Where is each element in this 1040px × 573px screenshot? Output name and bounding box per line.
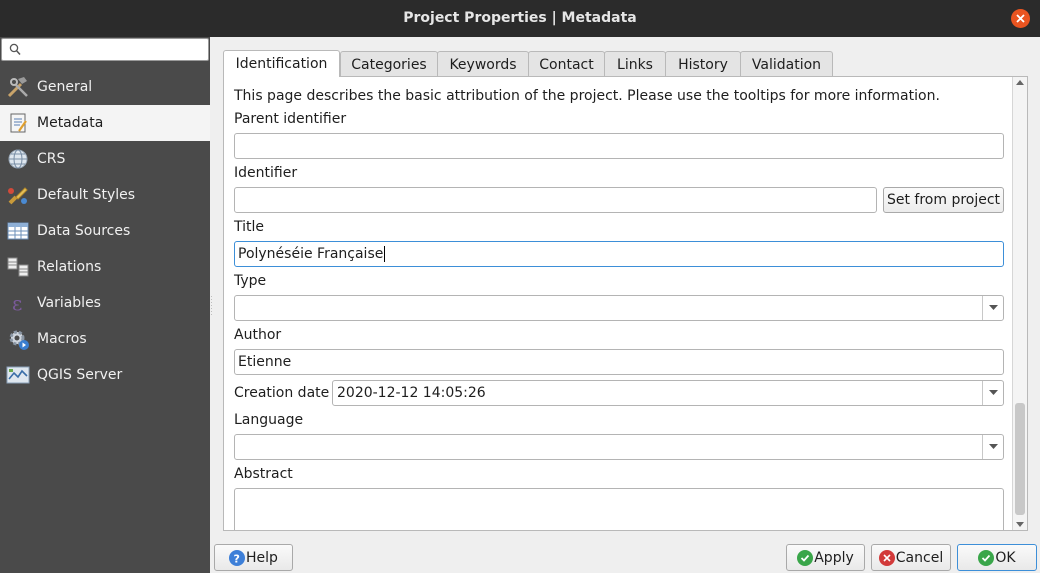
sidebar: General Metadata CRS Default Styles Data…	[0, 37, 210, 573]
scroll-up-icon[interactable]	[1016, 79, 1024, 85]
title-field[interactable]: Polynéséie Française	[234, 241, 1004, 267]
sidebar-item-label: Variables	[37, 295, 101, 311]
author-label: Author	[234, 327, 282, 343]
svg-text:?: ?	[234, 552, 240, 564]
language-combo[interactable]	[234, 434, 1004, 460]
chevron-down-icon	[982, 381, 1003, 405]
search-input[interactable]	[1, 38, 209, 61]
parent-identifier-label: Parent identifier	[234, 111, 347, 127]
sidebar-item-variables[interactable]: ε Variables	[0, 285, 210, 321]
check-icon	[978, 549, 995, 566]
parent-identifier-field[interactable]	[234, 133, 1004, 159]
tab-validation[interactable]: Validation	[740, 51, 833, 77]
splitter-handle[interactable]	[210, 296, 213, 316]
hammer-wrench-icon	[4, 74, 32, 100]
sidebar-item-qgis-server[interactable]: QGIS Server	[0, 357, 210, 393]
help-label: Help	[246, 549, 278, 566]
sidebar-item-label: Default Styles	[37, 187, 136, 203]
apply-label: Apply	[814, 549, 854, 566]
epsilon-icon: ε	[4, 290, 32, 316]
scrollbar-thumb[interactable]	[1015, 403, 1025, 515]
sidebar-item-label: Metadata	[37, 115, 104, 131]
creation-date-label: Creation date	[234, 385, 330, 401]
macro-gear-icon	[4, 326, 32, 352]
tab-links[interactable]: Links	[604, 51, 666, 77]
close-button[interactable]	[1011, 9, 1030, 28]
vertical-scrollbar[interactable]	[1012, 77, 1027, 530]
sidebar-item-label: Data Sources	[37, 223, 131, 239]
cancel-button[interactable]: Cancel	[871, 544, 951, 571]
apply-button[interactable]: Apply	[786, 544, 865, 571]
identifier-label: Identifier	[234, 165, 298, 181]
sidebar-item-crs[interactable]: CRS	[0, 141, 210, 177]
help-icon: ?	[229, 549, 246, 566]
abstract-label: Abstract	[234, 466, 293, 482]
type-label: Type	[234, 273, 267, 289]
type-combo[interactable]	[234, 295, 1004, 321]
window-titlebar: Project Properties | Metadata	[0, 0, 1040, 37]
tab-contact[interactable]: Contact	[528, 51, 605, 77]
intro-text: This page describes the basic attributio…	[234, 88, 940, 104]
close-icon	[1016, 14, 1025, 23]
sidebar-item-label: Relations	[37, 259, 102, 275]
sidebar-item-macros[interactable]: Macros	[0, 321, 210, 357]
chevron-down-icon	[982, 435, 1003, 459]
table-icon	[4, 218, 32, 244]
creation-date-value: 2020-12-12 14:05:26	[337, 385, 486, 401]
set-from-project-button[interactable]: Set from project	[883, 187, 1004, 213]
author-field[interactable]: Etienne	[234, 349, 1004, 375]
chevron-down-icon	[982, 296, 1003, 320]
paint-brush-icon	[4, 182, 32, 208]
sidebar-item-label: QGIS Server	[37, 367, 123, 383]
language-label: Language	[234, 412, 304, 428]
identification-panel: This page describes the basic attributio…	[223, 76, 1028, 531]
title-field-value: Polynéséie Française	[238, 246, 384, 262]
title-label: Title	[234, 219, 265, 235]
window-title: Project Properties | Metadata	[403, 10, 637, 26]
tab-categories[interactable]: Categories	[340, 51, 438, 77]
creation-date-picker[interactable]: 2020-12-12 14:05:26	[332, 380, 1004, 406]
search-icon	[9, 43, 21, 56]
cancel-label: Cancel	[895, 549, 944, 566]
check-icon	[797, 549, 814, 566]
tab-identification[interactable]: Identification	[223, 50, 340, 77]
sidebar-item-label: General	[37, 79, 93, 95]
sidebar-item-relations[interactable]: Relations	[0, 249, 210, 285]
sidebar-item-default-styles[interactable]: Default Styles	[0, 177, 210, 213]
server-map-icon	[4, 362, 32, 388]
relations-icon	[4, 254, 32, 280]
sidebar-item-data-sources[interactable]: Data Sources	[0, 213, 210, 249]
svg-text:ε: ε	[12, 291, 22, 315]
cancel-icon	[878, 549, 895, 566]
sidebar-item-metadata[interactable]: Metadata	[0, 105, 210, 141]
abstract-textarea[interactable]	[234, 488, 1004, 530]
ok-label: OK	[995, 549, 1016, 566]
tab-keywords[interactable]: Keywords	[437, 51, 529, 77]
help-button[interactable]: ? Help	[214, 544, 293, 571]
ok-button[interactable]: OK	[957, 544, 1037, 571]
globe-grid-icon	[4, 146, 32, 172]
sidebar-item-label: CRS	[37, 151, 66, 167]
tab-history[interactable]: History	[665, 51, 741, 77]
sidebar-item-label: Macros	[37, 331, 87, 347]
text-caret	[384, 246, 386, 262]
metadata-document-icon	[4, 110, 32, 136]
sidebar-item-general[interactable]: General	[0, 69, 210, 105]
identifier-field[interactable]	[234, 187, 877, 213]
scroll-down-icon[interactable]	[1016, 522, 1024, 528]
